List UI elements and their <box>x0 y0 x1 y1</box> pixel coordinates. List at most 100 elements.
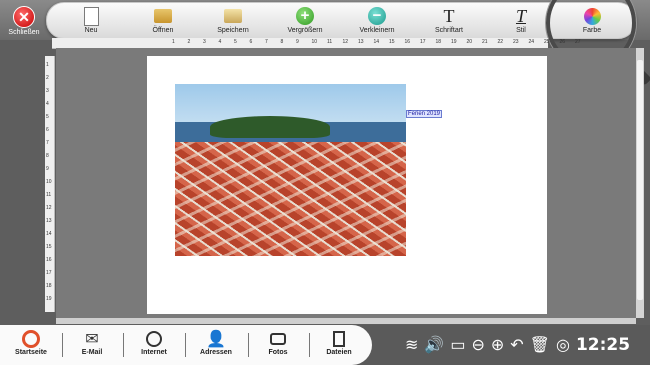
taskbar-separator <box>185 333 186 357</box>
mail-icon: ✉ <box>85 331 99 348</box>
wifi-icon[interactable]: ≋ <box>405 335 418 355</box>
ruler-tick-label: 20 <box>466 39 473 45</box>
close-icon: ✕ <box>13 6 35 28</box>
open-folder-icon <box>154 9 172 23</box>
open-label: Öffnen <box>152 27 174 34</box>
ruler-tick-label: 24 <box>528 39 535 45</box>
vertical-ruler: 1 2 3 4 5 6 7 8 9 10 11 12 13 14 15 16 17 18 19 <box>45 56 55 312</box>
ruler-tick-label: 15 <box>389 39 395 45</box>
ruler-tick-label: 19 <box>451 39 457 45</box>
ruler-tick-label: 11 <box>46 192 52 198</box>
ruler-tick-label: 8 <box>46 153 49 159</box>
ruler-tick-label: 10 <box>311 39 318 45</box>
font-icon: T <box>443 5 455 26</box>
zoom-out-icon: − <box>368 7 386 25</box>
taskbar-files-label: Dateien <box>326 349 352 356</box>
ruler-tick-label: 27 <box>575 39 581 45</box>
text-smaller-icon[interactable]: ⊖ <box>471 335 484 355</box>
ruler-tick-label: 1 <box>46 62 49 68</box>
ruler-tick-label: 17 <box>420 39 426 45</box>
ruler-tick-label: 18 <box>46 283 52 289</box>
close-button[interactable]: ✕ Schließen <box>0 0 48 40</box>
ruler-tick-label: 17 <box>46 270 52 276</box>
ruler-tick-label: 5 <box>46 114 49 120</box>
ruler-tick-label: 26 <box>559 39 566 45</box>
style-icon: T <box>515 5 526 26</box>
ruler-tick-label: 7 <box>265 39 268 45</box>
document-photo[interactable] <box>175 84 406 256</box>
text-larger-icon[interactable]: ⊕ <box>491 335 504 355</box>
photo-island <box>210 116 330 138</box>
ruler-tick-label: 4 <box>46 101 49 107</box>
ruler-tick-label: 4 <box>218 39 222 45</box>
ruler-tick-label: 22 <box>497 39 504 45</box>
ruler-ticks: 1 2 3 4 5 6 7 8 9 10 11 12 13 14 15 16 17 18 19 20 21 22 23 24 2… <box>172 39 602 47</box>
ruler-tick-label: 6 <box>46 127 49 133</box>
volume-icon[interactable]: 🔊 <box>424 335 444 355</box>
new-button[interactable]: Neu <box>63 3 119 38</box>
contacts-icon: 👤 <box>206 331 226 348</box>
vertical-scrollbar-thumb[interactable] <box>637 60 643 300</box>
taskbar-photos[interactable]: Fotos <box>252 325 304 365</box>
ruler-tick-label: 10 <box>46 179 52 185</box>
ruler-tick-label: 19 <box>46 296 52 302</box>
photo-roof-highlights <box>175 142 406 256</box>
zoom-in-icon: + <box>296 7 314 25</box>
battery-icon[interactable]: ▭ <box>450 335 465 355</box>
ruler-tick-label: 25 <box>544 39 550 45</box>
taskbar-internet[interactable]: Internet <box>128 325 180 365</box>
taskbar-files[interactable]: Dateien <box>313 325 365 365</box>
ruler-tick-label: 3 <box>203 39 206 45</box>
zoom-in-label: Vergrößern <box>287 27 323 34</box>
style-button[interactable]: T Stil <box>493 3 549 38</box>
save-button[interactable]: Speichern <box>205 3 261 38</box>
taskbar-email-label: E-Mail <box>81 349 103 356</box>
horizontal-scrollbar[interactable] <box>56 318 636 324</box>
taskbar: Startseite ✉ E-Mail Internet 👤 Adressen … <box>0 325 650 365</box>
ruler-tick-label: 2 <box>46 75 49 81</box>
zoom-out-button[interactable]: − Verkleinern <box>349 3 405 38</box>
ruler-tick-label: 13 <box>46 218 52 224</box>
help-icon[interactable]: ◎ <box>556 335 570 355</box>
style-label: Stil <box>516 27 526 34</box>
ruler-tick-label: 12 <box>342 39 349 45</box>
trash-icon[interactable]: 🗑 <box>530 335 550 355</box>
close-label: Schließen <box>8 29 40 36</box>
ruler-tick-label: 8 <box>280 39 284 45</box>
files-icon <box>333 331 345 347</box>
zoom-in-button[interactable]: + Vergrößern <box>277 3 333 38</box>
taskbar-internet-label: Internet <box>141 349 167 356</box>
new-label: Neu <box>84 27 98 34</box>
taskbar-home[interactable]: Startseite <box>6 325 56 365</box>
taskbar-contacts[interactable]: 👤 Adressen <box>190 325 242 365</box>
taskbar-separator <box>248 333 249 357</box>
ruler-tick-label: 14 <box>373 39 380 45</box>
taskbar-separator <box>62 333 63 357</box>
ruler-tick-label: 12 <box>46 205 52 211</box>
ruler-tick-label: 1 <box>172 39 175 45</box>
home-logo-icon <box>22 330 40 348</box>
vertical-scrollbar[interactable] <box>636 48 644 318</box>
ruler-tick-label: 9 <box>296 39 299 45</box>
taskbar-separator <box>123 333 124 357</box>
ruler-tick-label: 14 <box>46 231 52 237</box>
taskbar-email[interactable]: ✉ E-Mail <box>66 325 118 365</box>
globe-icon <box>146 331 162 347</box>
photo-caption-textbox[interactable]: Ferien 2019 <box>406 110 443 118</box>
zoom-out-label: Verkleinern <box>359 27 395 34</box>
ruler-tick-label: 15 <box>46 244 52 250</box>
undo-icon[interactable]: ↶ <box>510 335 523 355</box>
ruler-tick-label: 13 <box>358 39 364 45</box>
ruler-tick-label: 16 <box>404 39 411 45</box>
ruler-tick-label: 6 <box>249 39 253 45</box>
ruler-tick-label: 5 <box>234 39 237 45</box>
taskbar-apps: Startseite ✉ E-Mail Internet 👤 Adressen … <box>0 325 372 365</box>
ruler-tick-label: 18 <box>435 39 442 45</box>
clock: 12:25 <box>575 335 631 355</box>
ruler-tick-label: 2 <box>187 39 191 45</box>
save-icon <box>224 9 242 23</box>
ruler-tick-label: 7 <box>46 140 49 146</box>
open-button[interactable]: Öffnen <box>135 3 191 38</box>
font-button[interactable]: T Schriftart <box>421 3 477 38</box>
ruler-tick-label: 21 <box>482 39 488 45</box>
